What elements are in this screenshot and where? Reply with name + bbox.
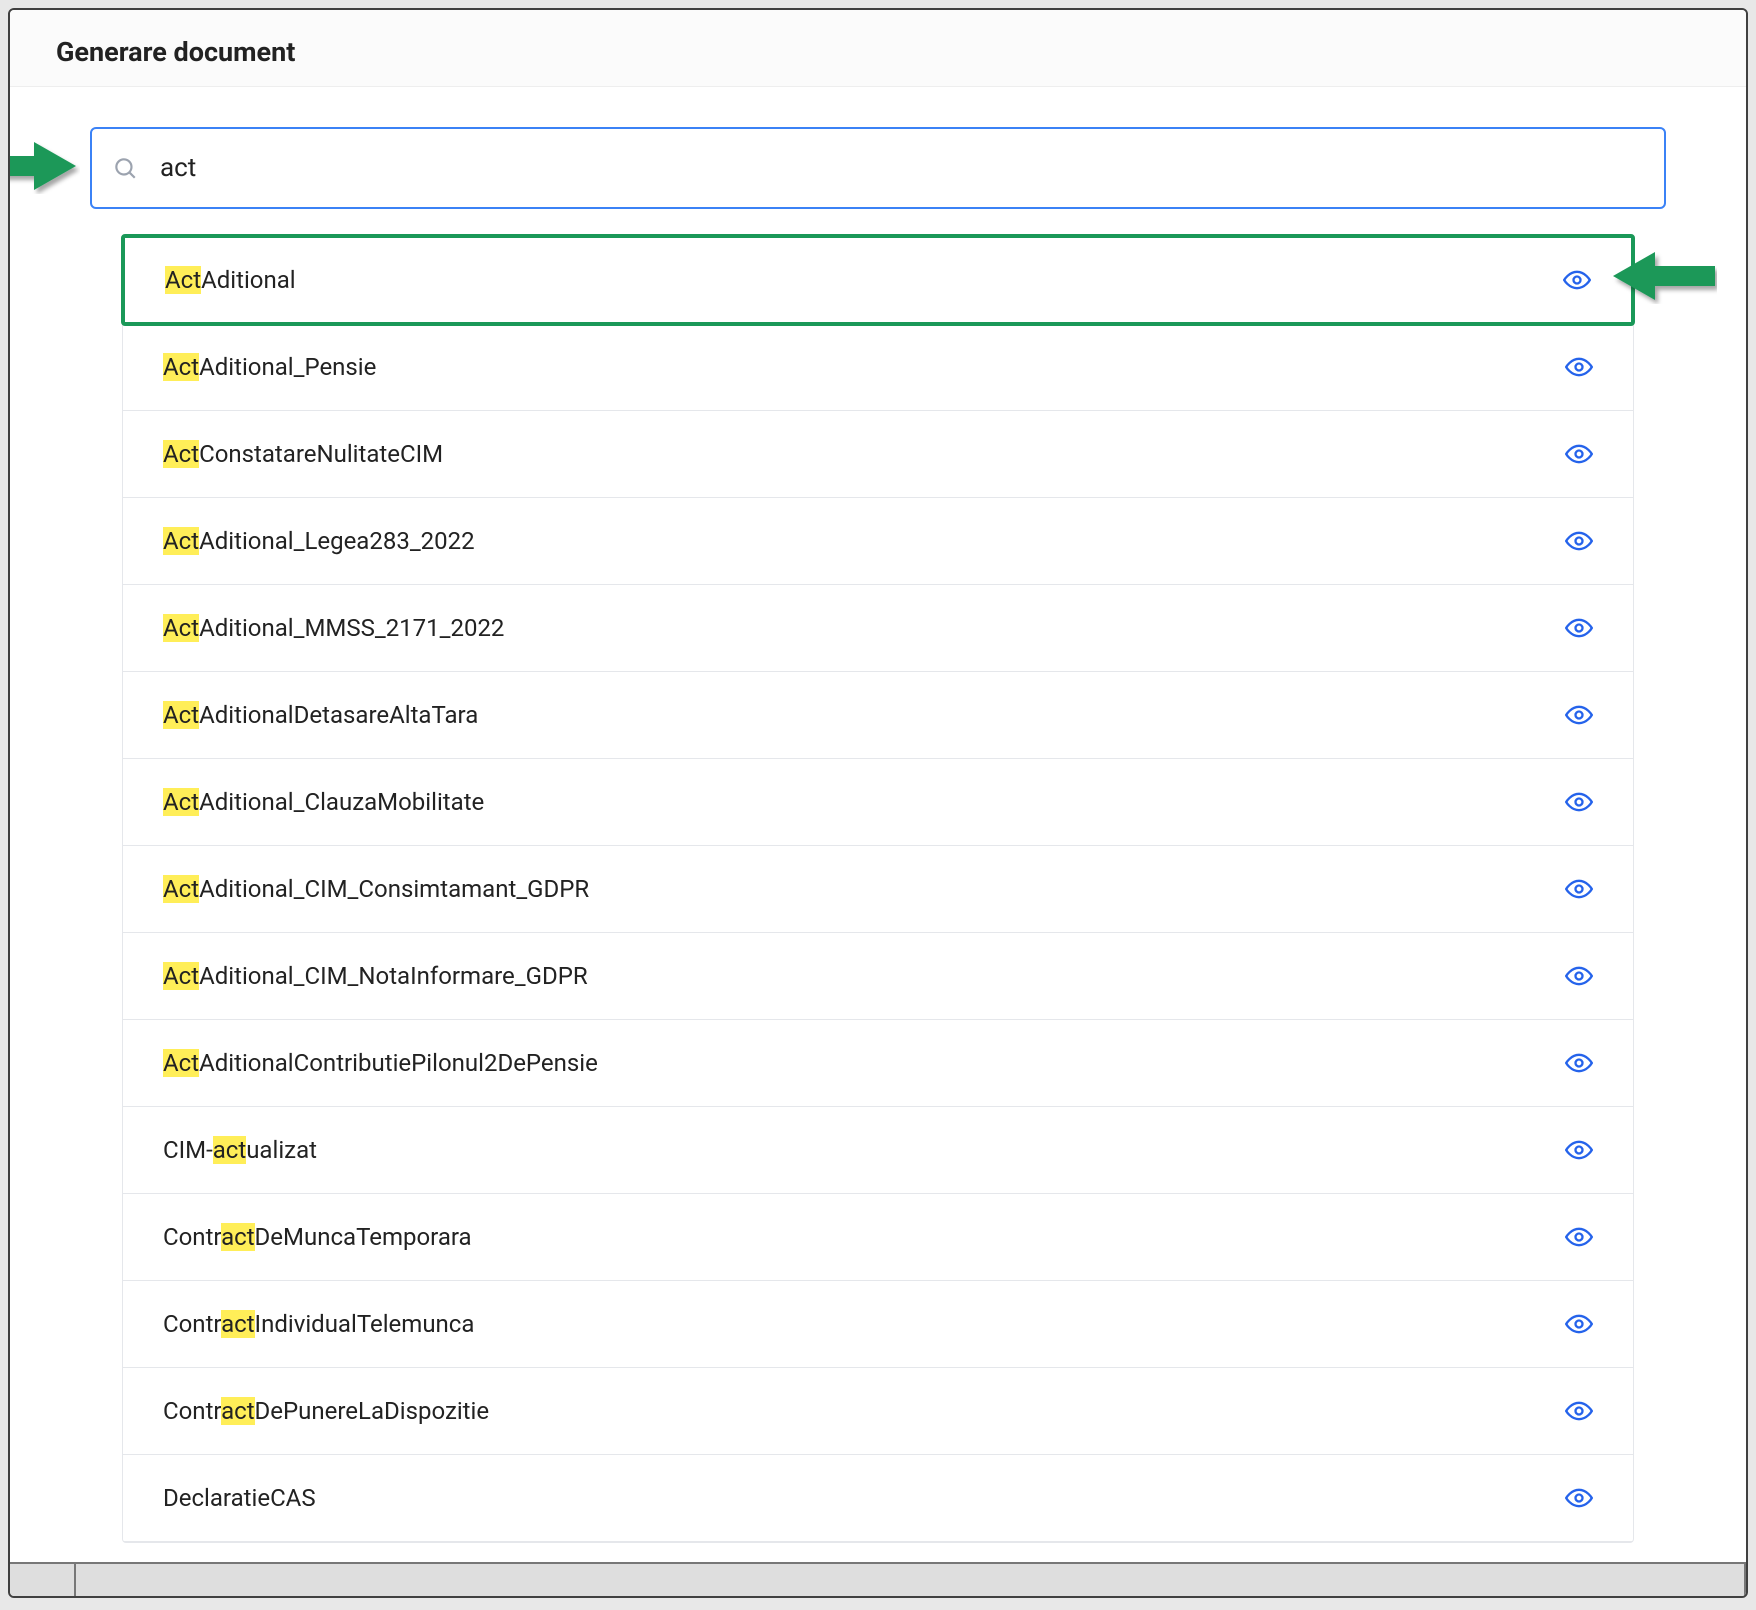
result-label: ActAditionalContributiePilonul2DePensie (163, 1049, 598, 1077)
eye-icon[interactable] (1565, 962, 1593, 990)
result-label: ActConstatareNulitateCIM (163, 440, 443, 468)
eye-icon[interactable] (1565, 1223, 1593, 1251)
annotation-arrow-left (8, 138, 80, 198)
eye-icon[interactable] (1565, 1049, 1593, 1077)
match-highlight: act (213, 1136, 246, 1164)
eye-icon[interactable] (1565, 1310, 1593, 1338)
match-highlight: act (221, 1223, 254, 1251)
eye-icon[interactable] (1565, 440, 1593, 468)
match-highlight: Act (163, 440, 199, 468)
eye-icon[interactable] (1565, 701, 1593, 729)
eye-icon[interactable] (1565, 353, 1593, 381)
match-highlight: act (221, 1310, 254, 1338)
search-box[interactable] (90, 127, 1666, 209)
annotation-arrow-right (1609, 248, 1717, 308)
result-label: DeclaratieCAS (163, 1484, 316, 1512)
bottom-status-bar (10, 1562, 1746, 1596)
search-row (90, 127, 1666, 209)
result-row[interactable]: ActAditional_CIM_Consimtamant_GDPR (123, 846, 1633, 933)
dialog-body: ActAditional ActAditional_Pensie ActConsta… (10, 87, 1746, 1543)
result-row[interactable]: ContractDeMuncaTemporara (123, 1194, 1633, 1281)
eye-icon[interactable] (1565, 1397, 1593, 1425)
match-highlight: Act (163, 353, 199, 381)
result-label: ActAditional_CIM_Consimtamant_GDPR (163, 875, 589, 903)
result-row[interactable]: CIM-actualizat (123, 1107, 1633, 1194)
result-label: ContractDeMuncaTemporara (163, 1223, 472, 1251)
result-label: ActAditional_ClauzaMobilitate (163, 788, 484, 816)
match-highlight: Act (163, 1049, 199, 1077)
match-highlight: Act (163, 701, 199, 729)
match-highlight: Act (163, 788, 199, 816)
eye-icon[interactable] (1565, 875, 1593, 903)
result-row[interactable]: ActAditional (121, 234, 1635, 326)
match-highlight: Act (163, 962, 199, 990)
match-highlight: Act (163, 527, 199, 555)
eye-icon[interactable] (1565, 527, 1593, 555)
results-list: ActAditional ActAditional_Pensie ActConsta… (122, 235, 1634, 1543)
match-highlight: act (221, 1397, 254, 1425)
dialog-header: Generare document (10, 10, 1746, 87)
result-row[interactable]: ActAditional_Legea283_2022 (123, 498, 1633, 585)
eye-icon[interactable] (1565, 1484, 1593, 1512)
result-row[interactable]: ContractIndividualTelemunca (123, 1281, 1633, 1368)
result-label: ActAditional_CIM_NotaInformare_GDPR (163, 962, 588, 990)
match-highlight: Act (165, 266, 201, 294)
result-label: ActAditional_Pensie (163, 353, 376, 381)
eye-icon[interactable] (1563, 266, 1591, 294)
eye-icon[interactable] (1565, 614, 1593, 642)
result-label: ContractIndividualTelemunca (163, 1310, 474, 1338)
result-row[interactable]: ActConstatareNulitateCIM (123, 411, 1633, 498)
result-row[interactable]: ActAditional_ClauzaMobilitate (123, 759, 1633, 846)
result-label: CIM-actualizat (163, 1136, 317, 1164)
search-input[interactable] (160, 153, 1644, 183)
eye-icon[interactable] (1565, 788, 1593, 816)
eye-icon[interactable] (1565, 1136, 1593, 1164)
result-row[interactable]: ActAditional_Pensie (123, 324, 1633, 411)
result-label: ActAditional_MMSS_2171_2022 (163, 614, 504, 642)
dialog-title: Generare document (56, 36, 1700, 68)
result-row[interactable]: DeclaratieCAS (123, 1455, 1633, 1542)
search-icon (112, 155, 138, 181)
result-label: ActAditionalDetasareAltaTara (163, 701, 478, 729)
result-label: ContractDePunereLaDispozitie (163, 1397, 489, 1425)
match-highlight: Act (163, 614, 199, 642)
result-row[interactable]: ContractDePunereLaDispozitie (123, 1368, 1633, 1455)
result-label: ActAditional_Legea283_2022 (163, 527, 475, 555)
result-row[interactable]: ActAditional_MMSS_2171_2022 (123, 585, 1633, 672)
result-row[interactable]: ActAditional_CIM_NotaInformare_GDPR (123, 933, 1633, 1020)
match-highlight: Act (163, 875, 199, 903)
result-label: ActAditional (165, 266, 296, 294)
result-row[interactable]: ActAditionalContributiePilonul2DePensie (123, 1020, 1633, 1107)
result-row[interactable]: ActAditionalDetasareAltaTara (123, 672, 1633, 759)
dialog-generare-document: Generare document (8, 8, 1748, 1598)
